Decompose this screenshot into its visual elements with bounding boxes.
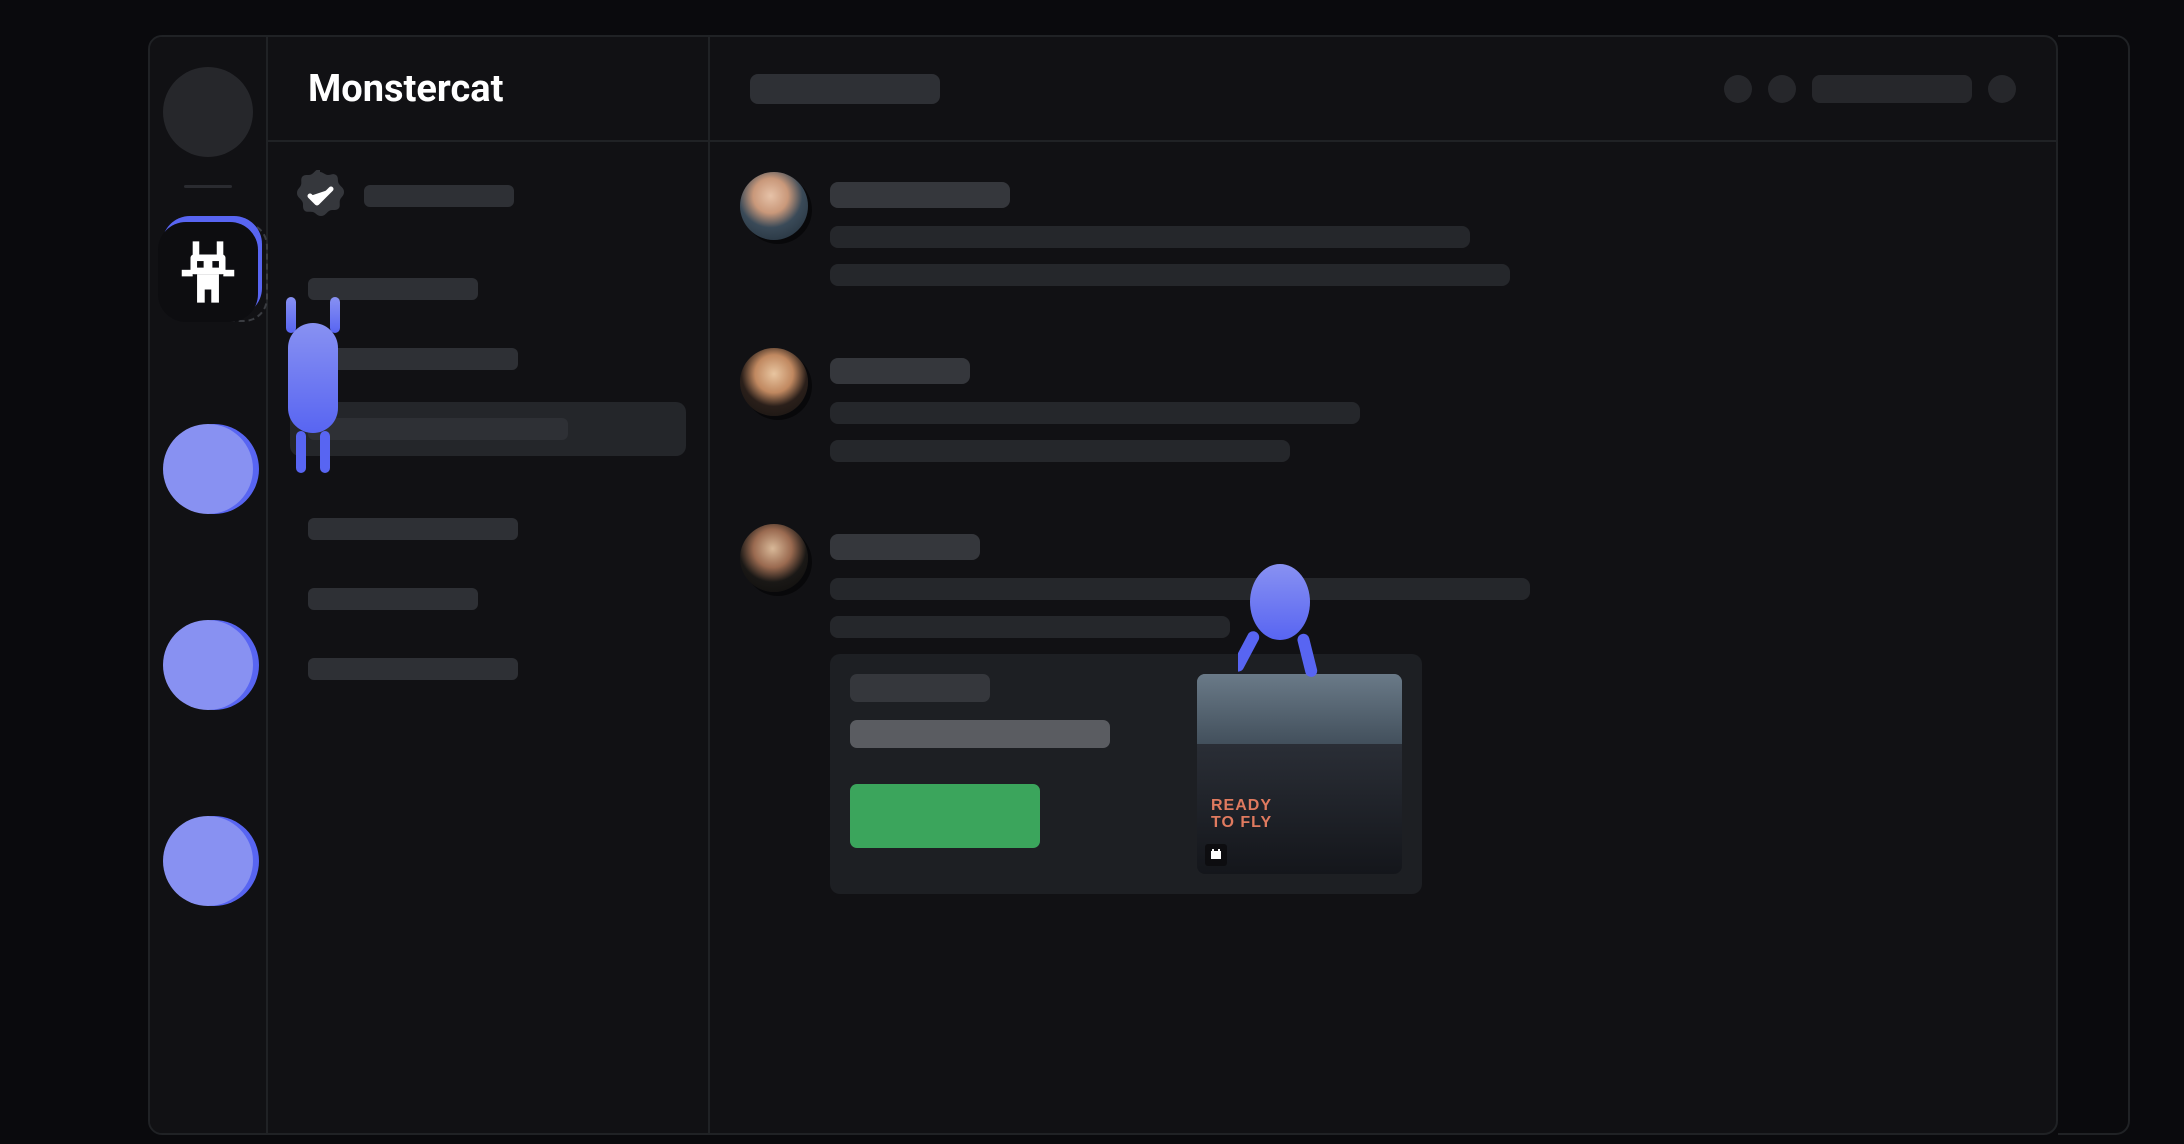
channel-item-selected[interactable] — [290, 402, 686, 456]
chat-messages: READY TO FLY — [710, 142, 2056, 1133]
server-icon[interactable] — [163, 816, 253, 906]
verified-label-placeholder — [364, 185, 514, 207]
channel-list — [268, 142, 710, 1133]
monstercat-mark-icon — [1205, 844, 1227, 866]
channel-header — [710, 74, 1724, 104]
monstercat-logo-icon — [173, 237, 243, 307]
home-button[interactable] — [163, 67, 253, 157]
embed-subtitle-placeholder — [850, 720, 1110, 748]
channel-label-placeholder — [308, 658, 518, 680]
right-frame-edge — [2058, 35, 2130, 1135]
embed-body — [850, 674, 1177, 874]
wumpus-sitting-icon — [1238, 562, 1328, 682]
text-placeholder — [830, 578, 1530, 600]
channel-item[interactable] — [290, 572, 686, 626]
channel-label-placeholder — [308, 588, 478, 610]
header-toolbar — [1724, 75, 2056, 103]
username-placeholder — [830, 358, 970, 384]
avatar[interactable] — [740, 524, 808, 592]
text-placeholder — [830, 226, 1470, 248]
avatar[interactable] — [740, 172, 808, 240]
message-content: READY TO FLY — [830, 524, 2016, 894]
main-content: Monstercat — [268, 37, 2056, 1133]
avatar[interactable] — [740, 348, 808, 416]
server-icon-monstercat[interactable] — [158, 222, 258, 322]
channel-item[interactable] — [290, 262, 686, 316]
server-header[interactable]: Monstercat — [268, 37, 710, 140]
body: READY TO FLY — [268, 142, 2056, 1133]
embed-title-placeholder — [850, 674, 990, 702]
wumpus-character-icon — [278, 297, 348, 477]
channel-item[interactable] — [290, 332, 686, 386]
text-placeholder — [830, 616, 1230, 638]
server-icon-selected[interactable] — [154, 216, 262, 328]
text-placeholder — [830, 402, 1360, 424]
toolbar-icon[interactable] — [1768, 75, 1796, 103]
server-rail — [150, 37, 268, 1133]
channel-item[interactable] — [290, 642, 686, 696]
server-name: Monstercat — [308, 67, 503, 111]
message — [740, 348, 2016, 478]
channel-name-placeholder — [750, 74, 940, 104]
verified-row — [290, 170, 686, 222]
rich-embed: READY TO FLY — [830, 654, 1422, 894]
album-title: READY TO FLY — [1211, 797, 1272, 832]
username-placeholder — [830, 534, 980, 560]
header-bar: Monstercat — [268, 37, 2056, 142]
text-placeholder — [830, 440, 1290, 462]
verified-badge-icon — [294, 170, 346, 222]
server-icon[interactable] — [163, 424, 253, 514]
search-input[interactable] — [1812, 75, 1972, 103]
server-icon[interactable] — [163, 620, 253, 710]
embed-action-button[interactable] — [850, 784, 1040, 848]
toolbar-icon[interactable] — [1724, 75, 1752, 103]
message — [740, 172, 2016, 302]
username-placeholder — [830, 182, 1010, 208]
message-content — [830, 172, 2016, 302]
text-placeholder — [830, 264, 1510, 286]
channel-label-placeholder — [308, 518, 518, 540]
channel-item[interactable] — [290, 502, 686, 556]
toolbar-icon[interactable] — [1988, 75, 2016, 103]
message-content — [830, 348, 2016, 478]
message: READY TO FLY — [740, 524, 2016, 894]
embed-thumbnail[interactable]: READY TO FLY — [1197, 674, 1402, 874]
discord-window: Monstercat — [148, 35, 2058, 1135]
rail-divider — [184, 185, 232, 188]
